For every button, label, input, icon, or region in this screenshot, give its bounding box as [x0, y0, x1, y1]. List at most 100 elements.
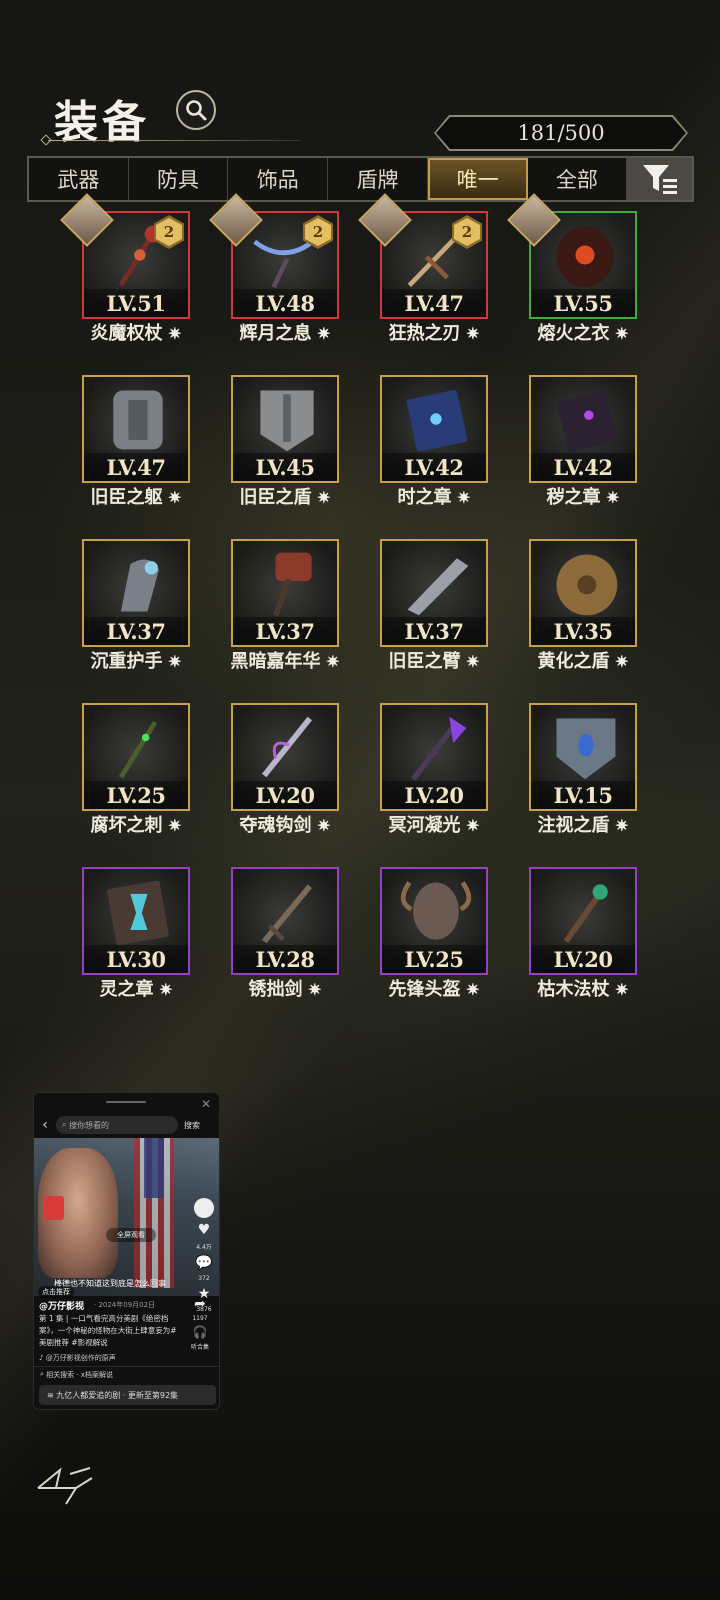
video-author[interactable]: @万仔影视	[39, 1299, 84, 1312]
item-name: 枯木法杖	[537, 979, 610, 1000]
equipment-card[interactable]: LV.42	[529, 375, 637, 483]
video-frame[interactable]: 全屏观看 棒德也不知道这到底是怎么回事 点击推荐 ♥ 4.4万 💬 372 ★ …	[34, 1138, 219, 1313]
item-name-row: 时之章 ✷	[360, 485, 508, 511]
item-level: LV.28	[233, 945, 337, 973]
episode-bar-label: 九亿人都爱追的剧 · 更新至第92集	[56, 1390, 179, 1400]
item-name-row: 锈拙剑 ✷	[211, 977, 359, 1003]
equipment-icon	[556, 718, 616, 780]
share-icon[interactable]: ➦	[194, 1296, 206, 1312]
item-name: 炎魔权杖	[90, 323, 163, 344]
sparkle-icon: ✷	[609, 980, 629, 999]
item-name-row: 旧臣之盾 ✷	[211, 485, 359, 511]
drag-handle[interactable]	[106, 1101, 146, 1103]
search-icon	[186, 100, 207, 121]
tab-accessories[interactable]: 饰品	[228, 158, 329, 200]
equipment-card[interactable]: LV.20	[529, 867, 637, 975]
sparkle-icon: ✷	[162, 488, 182, 507]
item-level: LV.51	[84, 289, 188, 317]
item-name-row: 辉月之息 ✷	[211, 321, 359, 347]
page-header: 装备	[40, 82, 302, 148]
equipment-card[interactable]: LV.35	[529, 539, 637, 647]
equipment-card[interactable]: LV.45	[231, 375, 339, 483]
item-level: LV.42	[382, 453, 486, 481]
equipment-card[interactable]: LV.15	[529, 703, 637, 811]
sparkle-icon: ✷	[311, 816, 331, 835]
item-name-row: 狂热之刃 ✷	[360, 321, 508, 347]
equipment-card[interactable]: LV.37	[380, 539, 488, 647]
item-level: LV.35	[531, 617, 635, 645]
tab-unique[interactable]: 唯一	[427, 158, 528, 200]
heart-icon[interactable]: ♥	[198, 1222, 211, 1238]
tab-armor[interactable]: 防具	[129, 158, 229, 200]
recommend-button[interactable]: 点击推荐	[38, 1286, 74, 1298]
sparkle-icon: ✷	[153, 980, 173, 999]
item-name: 秽之章	[546, 487, 601, 508]
video-search-button[interactable]: 搜索	[184, 1120, 200, 1131]
filter-icon	[642, 165, 677, 194]
item-level: LV.20	[531, 945, 635, 973]
equipment-card[interactable]: LV.37	[82, 539, 190, 647]
equipment-icon	[113, 390, 163, 450]
equipment-icon	[406, 389, 468, 452]
item-name-row: 旧臣之臂 ✷	[360, 649, 508, 675]
item-name-row: 腐坏之刺 ✷	[62, 813, 210, 839]
equipment-icon	[563, 884, 608, 944]
equipment-card[interactable]: LV.42	[380, 375, 488, 483]
item-name: 狂热之刃	[388, 323, 461, 344]
video-search-input[interactable]: ⌕ 搜你想看的	[56, 1116, 178, 1134]
equipment-icon	[120, 559, 159, 612]
sparkle-icon: ✷	[460, 324, 480, 343]
tab-weapons[interactable]: 武器	[29, 158, 129, 200]
item-name: 旧臣之盾	[239, 487, 312, 508]
author-avatar[interactable]	[194, 1198, 214, 1218]
comment-icon[interactable]: 💬	[195, 1255, 212, 1271]
item-name: 辉月之息	[239, 323, 312, 344]
equipment-card[interactable]: LV.25	[380, 867, 488, 975]
video-action-rail-lower: ➦ 1197 🎧 听合集	[187, 1296, 213, 1351]
item-name: 时之章	[397, 487, 452, 508]
equipment-card[interactable]: LV.30	[82, 867, 190, 975]
equipment-icon	[262, 884, 312, 944]
headphones-icon[interactable]: 🎧	[193, 1325, 208, 1339]
sparkle-icon: ✷	[162, 652, 182, 671]
item-name: 腐坏之刺	[90, 815, 163, 836]
search-button[interactable]	[176, 90, 216, 130]
search-placeholder: 搜你想看的	[69, 1120, 110, 1130]
equipment-icon	[407, 558, 469, 616]
sparkle-icon: ✷	[311, 488, 331, 507]
equipment-card[interactable]: LV.25	[82, 703, 190, 811]
item-level: LV.37	[84, 617, 188, 645]
listen-collection[interactable]: 听合集	[191, 1342, 209, 1351]
item-level: LV.37	[233, 617, 337, 645]
sparkle-icon: ✷	[609, 324, 629, 343]
item-name-row: 灵之章 ✷	[62, 977, 210, 1003]
video-music[interactable]: ♪ @万仔影视创作的原声	[39, 1353, 116, 1363]
equipment-card[interactable]: LV.20	[380, 703, 488, 811]
sparkle-icon: ✷	[162, 816, 182, 835]
fullscreen-button[interactable]: 全屏观看	[106, 1228, 156, 1242]
item-name-row: 沉重护手 ✷	[62, 649, 210, 675]
item-name-row: 注视之盾 ✷	[509, 813, 657, 839]
back-arrow-icon[interactable]: ‹	[34, 1117, 56, 1133]
episode-bar[interactable]: ≋ 九亿人都爱追的剧 · 更新至第92集	[39, 1385, 216, 1405]
item-name: 旧臣之臂	[388, 651, 461, 672]
close-icon[interactable]: ✕	[201, 1097, 211, 1111]
tab-shields[interactable]: 盾牌	[328, 158, 428, 200]
game-logo	[37, 1467, 93, 1505]
equipment-card[interactable]: LV.20	[231, 703, 339, 811]
tab-all[interactable]: 全部	[528, 158, 628, 200]
floating-video-player[interactable]: ✕ ‹ ⌕ 搜你想看的 搜索 全屏观看 棒德也不知道这到底是怎么回事 点击推荐 …	[33, 1092, 220, 1410]
equipment-card[interactable]: LV.28	[231, 867, 339, 975]
item-level: LV.25	[84, 781, 188, 809]
sparkle-icon: ✷	[311, 324, 331, 343]
item-level: LV.45	[233, 453, 337, 481]
item-name: 灵之章	[99, 979, 154, 1000]
related-search[interactable]: ⌕ 相关搜索 · x档案解说	[34, 1366, 219, 1382]
equipment-card[interactable]: LV.47	[82, 375, 190, 483]
item-level: LV.20	[233, 781, 337, 809]
item-name-row: 黑暗嘉年华 ✷	[211, 649, 359, 675]
equipment-card[interactable]: LV.37	[231, 539, 339, 647]
red-packet-icon[interactable]	[44, 1196, 64, 1220]
related-search-label: 相关搜索 · x档案解说	[46, 1370, 113, 1379]
filter-sort-button[interactable]	[627, 158, 693, 200]
